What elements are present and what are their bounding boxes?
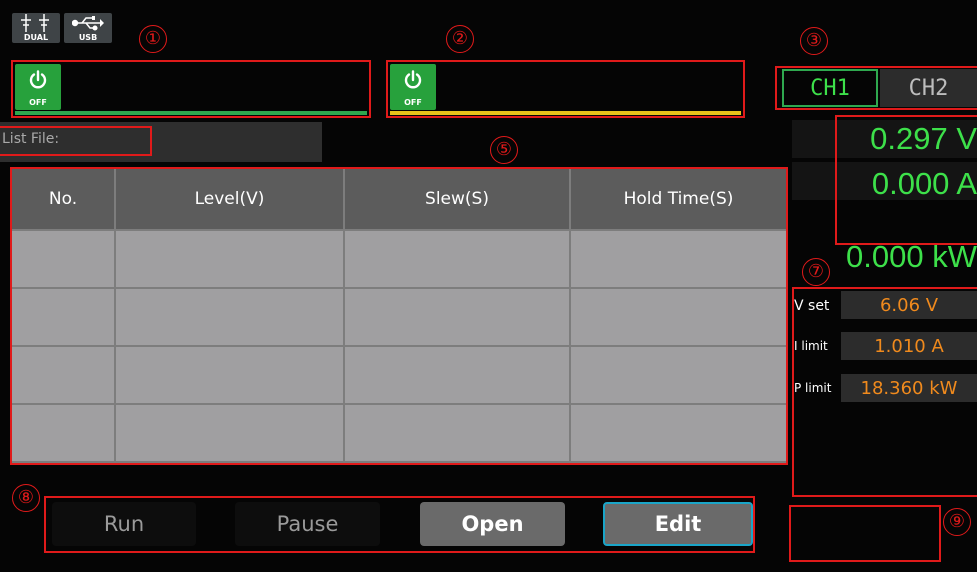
table-cell[interactable]	[570, 346, 786, 405]
table-cell[interactable]	[115, 404, 345, 463]
p-limit-label: P limit	[794, 381, 832, 395]
table-cell[interactable]	[344, 404, 571, 463]
measurement-panel: 0.297 V 0.000 A	[835, 115, 977, 245]
ch2-power-state: OFF	[404, 98, 422, 107]
ch2-output-panel: OFF	[386, 60, 745, 118]
power-icon	[28, 70, 48, 94]
table-cell[interactable]	[115, 346, 345, 405]
ch1-power-state: OFF	[29, 98, 47, 107]
i-limit-value[interactable]: 1.010 A	[841, 332, 977, 360]
callout-2: ②	[446, 25, 474, 53]
run-button[interactable]: Run	[52, 502, 196, 546]
callout-9: ⑨	[943, 508, 971, 536]
usb-label: USB	[78, 33, 98, 42]
message-area	[789, 505, 941, 562]
dual-mode-indicator: DUAL	[12, 13, 60, 43]
callout-8: ⑧	[12, 484, 40, 512]
table-cell[interactable]	[12, 230, 116, 289]
table-row[interactable]	[12, 288, 786, 347]
ch2-status-bar	[390, 111, 741, 115]
current-readout: 0.000 A	[871, 166, 977, 201]
table-cell[interactable]	[12, 346, 116, 405]
table-cell[interactable]	[570, 288, 786, 347]
power-readout: 0.000 kW	[846, 239, 977, 274]
table-cell[interactable]	[570, 230, 786, 289]
tab-ch1[interactable]: CH1	[782, 69, 878, 107]
usb-icon	[71, 15, 104, 35]
table-row[interactable]	[12, 230, 786, 289]
callout-3: ③	[800, 27, 828, 55]
edit-button[interactable]: Edit	[603, 502, 753, 546]
column-header-no: No.	[12, 169, 116, 231]
ch1-output-panel: OFF	[11, 60, 371, 118]
table-cell[interactable]	[12, 404, 116, 463]
ch2-power-button[interactable]: OFF	[390, 64, 436, 110]
table-cell[interactable]	[570, 404, 786, 463]
table-cell[interactable]	[344, 230, 571, 289]
callout-7: ⑦	[802, 258, 830, 286]
callout-5: ⑤	[490, 136, 518, 164]
list-table: No. Level(V) Slew(S) Hold Time(S)	[12, 169, 786, 463]
table-cell[interactable]	[344, 346, 571, 405]
column-header-hold-time: Hold Time(S)	[570, 169, 786, 231]
power-icon	[403, 70, 423, 94]
table-cell[interactable]	[115, 288, 345, 347]
usb-indicator: USB	[64, 13, 112, 43]
table-row[interactable]	[12, 346, 786, 405]
ch1-status-bar	[15, 111, 367, 115]
i-limit-label: I limit	[794, 339, 828, 353]
list-table-panel: No. Level(V) Slew(S) Hold Time(S)	[10, 167, 788, 465]
column-header-level: Level(V)	[115, 169, 345, 231]
tab-ch2[interactable]: CH2	[880, 69, 977, 107]
p-limit-value[interactable]: 18.360 kW	[841, 374, 977, 402]
table-cell[interactable]	[12, 288, 116, 347]
open-button[interactable]: Open	[420, 502, 565, 546]
list-file-highlight	[0, 126, 152, 156]
table-cell[interactable]	[115, 230, 345, 289]
column-header-slew: Slew(S)	[344, 169, 571, 231]
v-set-value[interactable]: 6.06 V	[841, 291, 977, 319]
table-header-row: No. Level(V) Slew(S) Hold Time(S)	[12, 169, 786, 231]
table-cell[interactable]	[344, 288, 571, 347]
dual-label: DUAL	[23, 33, 49, 42]
table-row[interactable]	[12, 404, 786, 463]
pause-button[interactable]: Pause	[235, 502, 380, 546]
voltage-readout: 0.297 V	[870, 121, 977, 156]
ch1-power-button[interactable]: OFF	[15, 64, 61, 110]
v-set-label: V set	[794, 298, 830, 314]
callout-1: ①	[139, 25, 167, 53]
